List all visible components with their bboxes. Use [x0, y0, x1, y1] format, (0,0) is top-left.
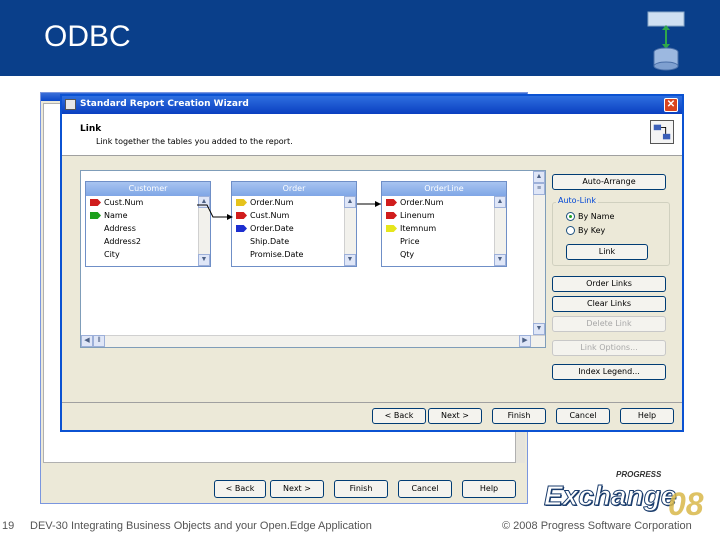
wizard-step-header: Link Link together the tables you added …: [62, 114, 682, 156]
cancel-button[interactable]: Cancel: [556, 408, 610, 424]
background-next-button[interactable]: Next >: [270, 480, 324, 498]
logo-brand: PROGRESS: [616, 470, 662, 479]
radio-by-key[interactable]: By Key: [566, 226, 605, 235]
radio-label: By Key: [578, 226, 606, 235]
slide-header: ODBC: [0, 0, 720, 76]
background-cancel-button[interactable]: Cancel: [398, 480, 452, 498]
scroll-thumb-icon[interactable]: ⦀: [93, 335, 105, 347]
scroll-up-icon[interactable]: ▲: [533, 171, 545, 183]
auto-link-label: Auto-Link: [556, 196, 598, 205]
radio-unselected-icon: [566, 226, 575, 235]
exchange-logo: PROGRESS Exchange 08: [543, 470, 720, 522]
scroll-left-icon[interactable]: ◀: [81, 335, 93, 347]
wizard-title: Standard Report Creation Wizard: [80, 99, 249, 109]
scroll-thumb-icon[interactable]: ≡: [533, 183, 545, 195]
clear-links-button[interactable]: Clear Links: [552, 296, 666, 312]
link-options-button[interactable]: Link Options...: [552, 340, 666, 356]
background-help-button[interactable]: Help: [462, 480, 516, 498]
order-links-button[interactable]: Order Links: [552, 276, 666, 292]
delete-link-button[interactable]: Delete Link: [552, 316, 666, 332]
radio-selected-icon: [566, 212, 575, 221]
slide-title: ODBC: [44, 20, 131, 53]
finish-button[interactable]: Finish: [492, 408, 546, 424]
footer-title: DEV-30 Integrating Business Objects and …: [30, 520, 372, 532]
app-icon: [65, 99, 76, 110]
page-number: 19: [2, 520, 15, 532]
scroll-right-icon[interactable]: ▶: [519, 335, 531, 347]
link-arrow-icon: [375, 201, 381, 207]
database-connection-icon: [647, 11, 685, 71]
footer-copyright: © 2008 Progress Software Corporation: [502, 520, 692, 532]
table-links: [197, 201, 381, 220]
index-legend-button[interactable]: Index Legend...: [552, 364, 666, 380]
canvas-horizontal-scrollbar[interactable]: ◀ ⦀ ▶: [81, 335, 545, 347]
footer-divider: [62, 402, 682, 403]
link-button[interactable]: Link: [566, 244, 648, 260]
report-creation-wizard: Standard Report Creation Wizard ✕ Link L…: [60, 94, 684, 432]
slide: ODBC < Back Next > Finish Cancel Help St…: [0, 0, 720, 540]
background-finish-button[interactable]: Finish: [334, 480, 388, 498]
scroll-down-icon[interactable]: ▼: [533, 323, 545, 335]
logo-product: Exchange: [543, 480, 677, 512]
link-step-icon: [650, 120, 674, 144]
table-link-canvas[interactable]: Customer Cust.Num Name Address Address2 …: [80, 170, 546, 348]
radio-by-name[interactable]: By Name: [566, 212, 614, 221]
radio-label: By Name: [578, 212, 615, 221]
next-button[interactable]: Next >: [428, 408, 482, 424]
step-title: Link: [80, 124, 102, 134]
logo-year: 08: [668, 486, 704, 522]
close-icon[interactable]: ✕: [664, 98, 678, 112]
link-customer-order: [197, 204, 231, 218]
auto-arrange-button[interactable]: Auto-Arrange: [552, 174, 666, 190]
back-button[interactable]: < Back: [372, 408, 426, 424]
help-button[interactable]: Help: [620, 408, 674, 424]
wizard-titlebar[interactable]: Standard Report Creation Wizard ✕: [62, 96, 682, 114]
canvas-vertical-scrollbar[interactable]: ▲ ≡ ▼: [533, 171, 545, 335]
background-back-button[interactable]: < Back: [214, 480, 266, 498]
step-description: Link together the tables you added to th…: [96, 137, 293, 146]
link-arrow-icon: [227, 214, 233, 220]
